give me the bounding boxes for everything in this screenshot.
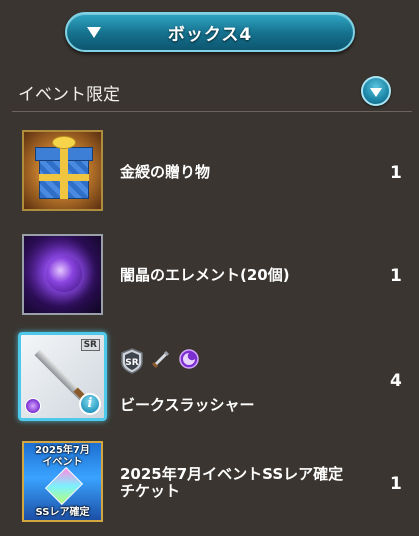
ticket-thumb-top-text: 2025年7月 イベント xyxy=(35,445,90,468)
ticket-thumb-bottom-text: SSレア確定 xyxy=(35,507,90,518)
box-selector-button[interactable]: ボックス4 xyxy=(65,12,355,52)
collapse-section-button[interactable] xyxy=(361,76,391,106)
section-divider xyxy=(12,111,412,112)
ticket-icon[interactable]: 2025年7月 イベント SSレア確定 xyxy=(22,441,103,522)
dark-element-icon[interactable] xyxy=(22,234,103,315)
item-name: 金綬の贈り物 xyxy=(120,163,211,181)
rarity-sr-badge-icon: SR xyxy=(120,348,144,374)
weapon-type-sword-icon xyxy=(150,348,172,374)
info-button[interactable]: i xyxy=(79,393,101,415)
rarity-tag: SR xyxy=(80,339,100,351)
gift-box-icon[interactable] xyxy=(22,130,103,211)
item-count: 1 xyxy=(390,474,402,494)
box-selector-label: ボックス4 xyxy=(167,24,253,45)
item-count: 1 xyxy=(390,266,402,286)
svg-text:SR: SR xyxy=(125,358,138,368)
item-name: 闇晶のエレメント(20個) xyxy=(120,266,290,284)
section-header: イベント限定 xyxy=(0,72,419,112)
dark-element-icon xyxy=(178,348,200,374)
item-count: 1 xyxy=(390,163,402,183)
item-name: 2025年7月イベントSSレア確定 チケット xyxy=(120,465,344,500)
reward-row-dark-element: 闇晶のエレメント(20個) 1 xyxy=(0,234,419,324)
dark-element-dot-icon xyxy=(25,398,41,414)
weapon-badges: SR xyxy=(120,348,200,374)
item-count: 4 xyxy=(390,371,402,391)
section-title: イベント限定 xyxy=(18,85,120,105)
reward-row-gift: 金綬の贈り物 1 xyxy=(0,130,419,220)
item-name: ビークスラッシャー xyxy=(120,396,255,414)
reward-row-weapon: SR i SR ビークスラッシャー 4 xyxy=(0,332,419,426)
dropdown-triangle-icon xyxy=(87,27,101,38)
reward-row-ticket: 2025年7月 イベント SSレア確定 2025年7月イベントSSレア確定 チケ… xyxy=(0,441,419,531)
chevron-down-icon xyxy=(370,88,382,97)
sword-icon[interactable]: SR i xyxy=(18,332,107,421)
